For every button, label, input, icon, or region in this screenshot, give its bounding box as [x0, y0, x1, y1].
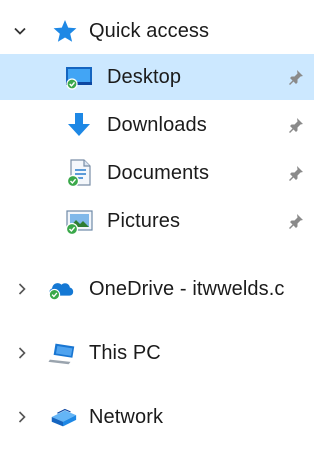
nav-item-quick-access[interactable]: Quick access: [0, 8, 314, 54]
nav-item-label: Documents: [107, 162, 210, 184]
star-icon: [50, 16, 80, 46]
computer-icon: [48, 338, 78, 368]
nav-item-documents[interactable]: Documents: [0, 150, 314, 196]
nav-item-label: OneDrive - itwwelds.c: [89, 278, 285, 300]
nav-item-network[interactable]: Network: [0, 394, 314, 440]
pin-icon[interactable]: [287, 116, 305, 134]
pin-icon[interactable]: [287, 68, 305, 86]
nav-item-label: Desktop: [107, 66, 182, 88]
nav-item-this-pc[interactable]: This PC: [0, 330, 314, 376]
pin-icon[interactable]: [287, 212, 305, 230]
nav-item-label: Quick access: [89, 20, 210, 42]
nav-item-pictures[interactable]: Pictures: [0, 198, 314, 244]
nav-item-label: Pictures: [107, 210, 181, 232]
chevron-right-icon[interactable]: [14, 409, 30, 425]
chevron-right-icon[interactable]: [14, 281, 30, 297]
nav-item-onedrive[interactable]: OneDrive - itwwelds.c: [0, 266, 314, 312]
chevron-right-icon[interactable]: [14, 345, 30, 361]
download-arrow-icon: [64, 110, 94, 140]
nav-item-label: Downloads: [107, 114, 207, 136]
network-icon: [48, 402, 78, 432]
chevron-down-icon[interactable]: [12, 23, 28, 39]
nav-item-downloads[interactable]: Downloads: [0, 102, 314, 148]
nav-item-desktop[interactable]: Desktop: [0, 54, 314, 100]
pictures-icon: [64, 206, 94, 236]
nav-item-label: This PC: [89, 342, 161, 364]
pin-icon[interactable]: [287, 164, 305, 182]
desktop-icon: [64, 62, 94, 92]
cloud-icon: [46, 274, 76, 304]
navigation-pane: Quick access Desktop Downloads Documents…: [0, 0, 314, 454]
documents-icon: [64, 158, 94, 188]
nav-item-label: Network: [89, 406, 164, 428]
